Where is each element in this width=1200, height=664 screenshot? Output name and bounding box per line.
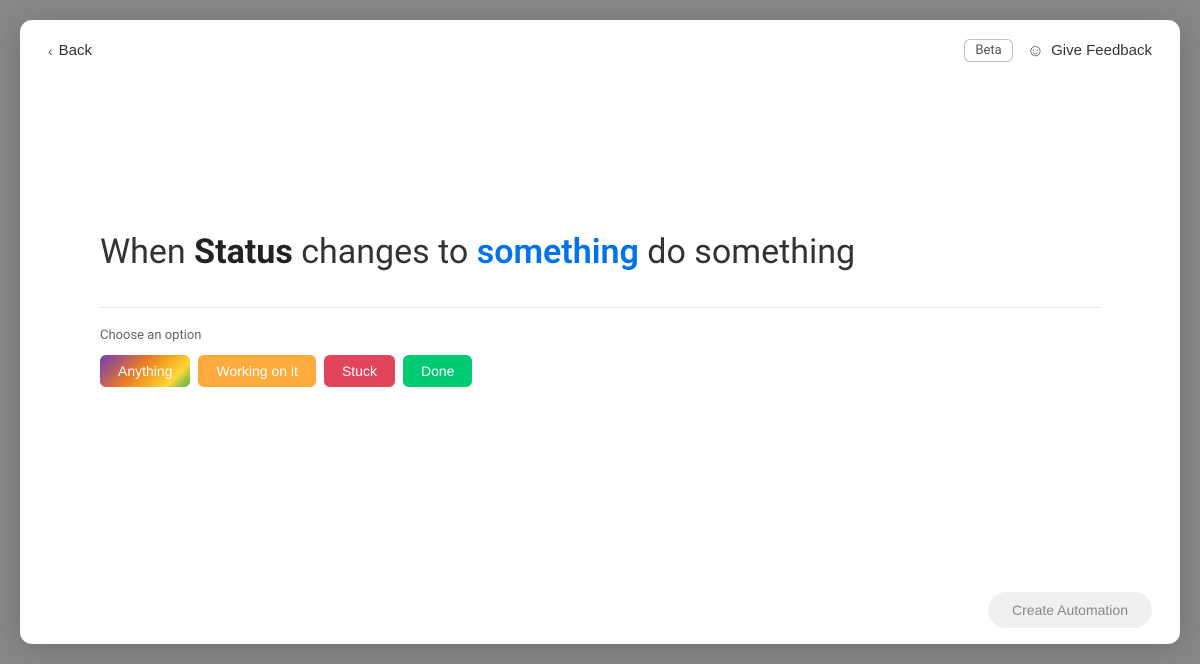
option-anything-button[interactable]: Anything [100,355,190,387]
smiley-icon: ☺ [1027,41,1044,61]
back-label: Back [59,42,92,59]
option-working-on-it-button[interactable]: Working on it [198,355,315,387]
create-automation-button[interactable]: Create Automation [988,592,1152,628]
back-button[interactable]: ‹ Back [48,38,92,63]
option-stuck-button[interactable]: Stuck [324,355,395,387]
divider [100,307,1100,308]
beta-badge: Beta [964,39,1012,62]
give-feedback-label: Give Feedback [1051,42,1152,59]
headline-bold: Status [194,232,293,272]
headline: When Status changes to something do some… [100,230,1100,274]
option-done-button[interactable]: Done [403,355,472,387]
headline-part1: When [100,232,194,272]
main-content: When Status changes to something do some… [20,81,1180,576]
main-window: ‹ Back Beta ☺ Give Feedback When Status … [20,20,1180,644]
header-right: Beta ☺ Give Feedback [964,39,1152,62]
back-chevron-icon: ‹ [48,43,53,59]
option-working-on-it-label: Working on it [216,363,297,379]
header: ‹ Back Beta ☺ Give Feedback [20,20,1180,81]
option-done-label: Done [421,363,454,379]
option-anything-label: Anything [118,363,172,379]
headline-blue: something [477,232,639,272]
footer: Create Automation [20,576,1180,644]
headline-part2: changes to [293,232,477,272]
options-row: Anything Working on it Stuck Done [100,355,1100,387]
create-automation-label: Create Automation [1012,602,1128,618]
headline-part3: do something [639,232,855,272]
give-feedback-button[interactable]: ☺ Give Feedback [1027,41,1152,61]
choose-label: Choose an option [100,328,1100,343]
option-stuck-label: Stuck [342,363,377,379]
